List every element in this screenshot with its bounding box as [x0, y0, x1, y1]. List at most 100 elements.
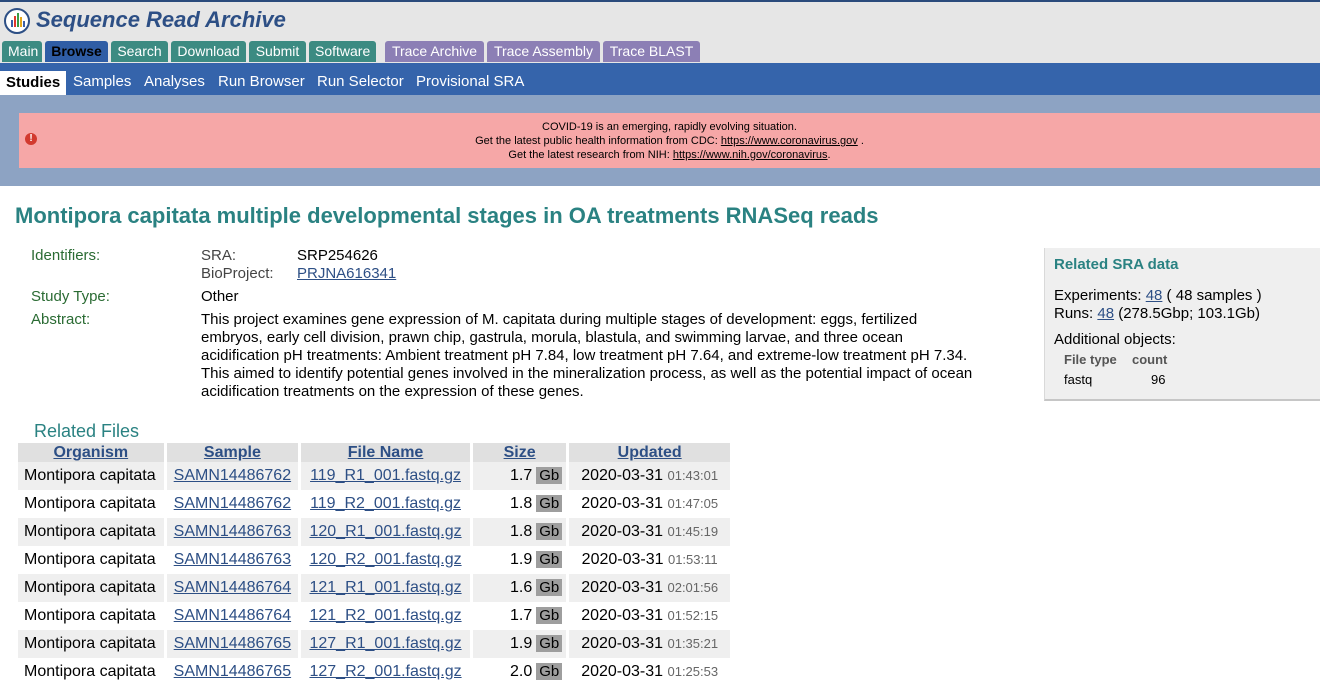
sample-link[interactable]: SAMN14486762	[174, 467, 291, 484]
updated-time: 01:25:53	[667, 664, 719, 679]
column-file-name[interactable]: File Name	[301, 443, 470, 462]
column-organism[interactable]: Organism	[18, 443, 164, 462]
sample-link[interactable]: SAMN14486765	[174, 635, 291, 652]
experiments-row: Experiments: 48 ( 48 samples )	[1054, 287, 1262, 304]
file-count-value: 96	[1151, 372, 1166, 387]
column-sample[interactable]: Sample	[166, 443, 299, 462]
size-unit-badge: Gb	[536, 523, 563, 540]
sample-link[interactable]: SAMN14486763	[174, 523, 291, 540]
updated-time: 01:35:21	[667, 636, 719, 651]
updated-date: 2020-03-31	[581, 663, 664, 680]
study-title: Montipora capitata multiple developmenta…	[15, 203, 879, 228]
subtab-provisional-sra[interactable]: Provisional SRA	[416, 63, 524, 95]
file-link[interactable]: 119_R1_001.fastq.gz	[310, 467, 461, 484]
updated-date: 2020-03-31	[581, 523, 664, 540]
table-row: Montipora capitata SAMN14486765 127_R1_0…	[18, 630, 730, 658]
alert-line-2: Get the latest public health information…	[475, 135, 864, 147]
size-value: 1.8	[510, 523, 533, 540]
runs-row: Runs: 48 (278.5Gbp; 103.1Gb)	[1054, 305, 1260, 322]
alert-line-1: COVID-19 is an emerging, rapidly evolvin…	[542, 121, 797, 133]
abstract-label: Abstract:	[31, 311, 91, 328]
tab-submit[interactable]: Submit	[249, 41, 306, 62]
tab-software[interactable]: Software	[309, 41, 376, 62]
updated-time: 01:45:19	[667, 524, 719, 539]
count-header: count	[1132, 352, 1168, 367]
tab-trace-assembly[interactable]: Trace Assembly	[487, 41, 600, 62]
file-link[interactable]: 119_R2_001.fastq.gz	[310, 495, 461, 512]
updated-time: 01:47:05	[667, 496, 719, 511]
subtab-samples[interactable]: Samples	[73, 63, 131, 95]
size-value: 1.6	[510, 579, 533, 596]
size-unit-badge: Gb	[536, 663, 563, 680]
column-updated[interactable]: Updated	[569, 443, 730, 462]
subtab-studies[interactable]: Studies	[0, 71, 67, 95]
organism-cell: Montipora capitata	[18, 602, 164, 630]
runs-link[interactable]: 48	[1097, 305, 1114, 322]
cdc-link[interactable]: https://www.coronavirus.gov	[721, 135, 858, 147]
main-tabs: Main Browse Search Download Submit Softw…	[0, 40, 1320, 63]
tab-trace-blast[interactable]: Trace BLAST	[603, 41, 700, 62]
size-unit-badge: Gb	[536, 551, 563, 568]
updated-date: 2020-03-31	[581, 551, 664, 568]
organism-cell: Montipora capitata	[18, 546, 164, 574]
updated-date: 2020-03-31	[581, 467, 664, 484]
tab-search[interactable]: Search	[111, 41, 168, 62]
file-type-value: fastq	[1064, 372, 1093, 387]
size-value: 1.7	[510, 607, 533, 624]
table-row: Montipora capitata SAMN14486764 121_R1_0…	[18, 574, 730, 602]
table-row: Montipora capitata SAMN14486762 119_R2_0…	[18, 490, 730, 518]
file-link[interactable]: 127_R1_001.fastq.gz	[309, 635, 461, 652]
size-unit-badge: Gb	[536, 579, 563, 596]
sub-navigation: Studies Samples Analyses Run Browser Run…	[0, 63, 1320, 95]
subtab-run-browser[interactable]: Run Browser	[218, 63, 305, 95]
sample-link[interactable]: SAMN14486763	[174, 551, 291, 568]
subtab-run-selector[interactable]: Run Selector	[317, 63, 404, 95]
file-link[interactable]: 120_R1_001.fastq.gz	[309, 523, 461, 540]
sample-link[interactable]: SAMN14486762	[174, 495, 291, 512]
tab-main[interactable]: Main	[2, 41, 42, 62]
updated-date: 2020-03-31	[581, 607, 664, 624]
tab-trace-archive[interactable]: Trace Archive	[385, 41, 484, 62]
column-size[interactable]: Size	[472, 443, 567, 462]
organism-cell: Montipora capitata	[18, 658, 164, 686]
size-value: 1.9	[510, 635, 533, 652]
sample-link[interactable]: SAMN14486765	[174, 663, 291, 680]
study-type-label: Study Type:	[31, 288, 110, 305]
app-title[interactable]: Sequence Read Archive	[36, 7, 286, 33]
related-files-table: Organism Sample File Name Size Updated M…	[15, 443, 733, 686]
file-link[interactable]: 121_R2_001.fastq.gz	[309, 607, 461, 624]
updated-time: 01:52:15	[667, 608, 719, 623]
tab-download[interactable]: Download	[171, 41, 246, 62]
size-unit-badge: Gb	[536, 495, 563, 512]
table-header-row: Organism Sample File Name Size Updated	[18, 443, 730, 462]
tab-browse[interactable]: Browse	[45, 41, 108, 62]
size-unit-badge: Gb	[536, 467, 563, 484]
subtab-analyses[interactable]: Analyses	[144, 63, 205, 95]
identifiers-label: Identifiers:	[31, 247, 101, 264]
experiments-link[interactable]: 48	[1146, 287, 1163, 304]
size-unit-badge: Gb	[536, 607, 563, 624]
table-row: Montipora capitata SAMN14486763 120_R1_0…	[18, 518, 730, 546]
file-link[interactable]: 121_R1_001.fastq.gz	[309, 579, 461, 596]
file-link[interactable]: 120_R2_001.fastq.gz	[309, 551, 461, 568]
sra-accession: SRP254626	[297, 247, 378, 264]
updated-time: 01:53:11	[667, 552, 718, 567]
organism-cell: Montipora capitata	[18, 490, 164, 518]
study-type-value: Other	[201, 288, 239, 305]
app-header: Sequence Read Archive	[0, 2, 1320, 40]
size-value: 1.9	[510, 551, 533, 568]
table-row: Montipora capitata SAMN14486763 120_R2_0…	[18, 546, 730, 574]
updated-time: 01:43:01	[667, 468, 719, 483]
sra-logo-icon[interactable]	[4, 8, 30, 34]
nih-link[interactable]: https://www.nih.gov/coronavirus	[673, 149, 828, 161]
file-type-header: File type	[1064, 352, 1117, 367]
sample-link[interactable]: SAMN14486764	[174, 579, 291, 596]
size-unit-badge: Gb	[536, 635, 563, 652]
related-sra-title: Related SRA data	[1054, 256, 1179, 273]
file-link[interactable]: 127_R2_001.fastq.gz	[309, 663, 461, 680]
size-value: 1.7	[510, 467, 533, 484]
updated-time: 02:01:56	[667, 580, 719, 595]
bioproject-link[interactable]: PRJNA616341	[297, 265, 396, 282]
sample-link[interactable]: SAMN14486764	[174, 607, 291, 624]
size-value: 2.0	[510, 663, 533, 680]
